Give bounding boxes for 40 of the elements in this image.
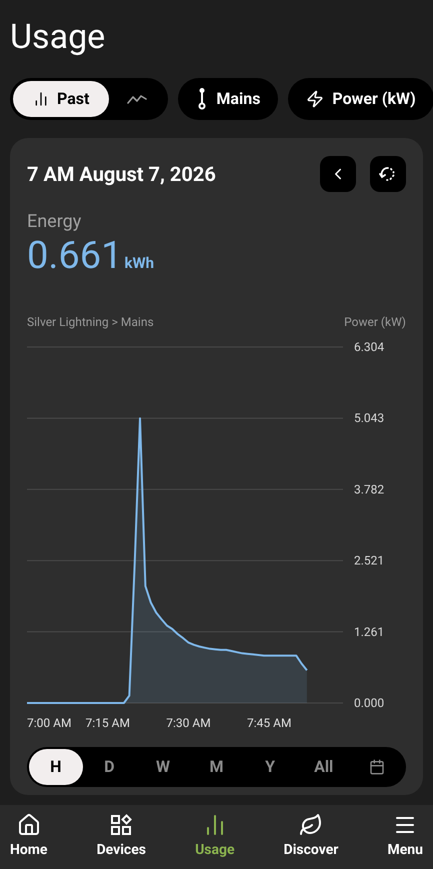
axis-tick-label: 7:00 AM xyxy=(27,716,72,730)
nav-item[interactable]: Discover xyxy=(280,813,342,861)
range-tab[interactable]: M xyxy=(190,749,244,785)
nav-item[interactable]: Menu xyxy=(383,813,427,861)
axis-tick-label: 0.000 xyxy=(354,696,384,710)
axis-tick-label: 7:15 AM xyxy=(86,716,130,730)
axis-tick-label: 3.782 xyxy=(354,482,384,496)
range-tab[interactable]: W xyxy=(136,749,190,785)
toggle-button[interactable]: Past xyxy=(13,81,110,117)
filter-chip[interactable]: Power (kW) xyxy=(288,78,433,120)
chart-title: Silver Lightning > Mains xyxy=(27,314,154,331)
metric-label: Energy xyxy=(27,210,82,234)
trend-line-icon xyxy=(127,93,148,105)
home-icon xyxy=(16,813,41,837)
axis-tick-label: 2.521 xyxy=(354,554,384,568)
axis-label: Power (kW) xyxy=(344,314,406,331)
range-tab[interactable]: All xyxy=(296,749,350,785)
range-tab[interactable]: H xyxy=(29,749,83,785)
axis-tick-label: 5.043 xyxy=(354,411,384,426)
metric-unit: kWh xyxy=(124,253,154,274)
nav-item[interactable]: Home xyxy=(6,813,52,861)
lightning-icon xyxy=(306,90,324,108)
range-tab[interactable]: Y xyxy=(243,749,297,785)
filter-chip[interactable]: Mains xyxy=(178,78,278,120)
page-title: Usage xyxy=(9,16,106,59)
nav-item[interactable]: Usage xyxy=(191,813,239,861)
leaf-icon xyxy=(299,813,324,837)
plug-icon xyxy=(196,88,208,110)
nav-item[interactable]: Devices xyxy=(92,813,150,861)
axis-tick-label: 7:30 AM xyxy=(166,716,211,730)
axis-tick-label: 6.304 xyxy=(354,341,384,354)
calendar-icon xyxy=(369,759,386,775)
bar-chart-icon xyxy=(33,91,49,107)
axis-tick-label: 7:45 AM xyxy=(247,716,292,730)
grid-icon xyxy=(109,813,134,837)
axis-tick-label: 1.261 xyxy=(354,624,384,639)
metric-value: 0.661 xyxy=(27,237,122,275)
range-tab[interactable]: D xyxy=(82,749,136,785)
date-heading: 7 AM August 7, 2026 xyxy=(27,161,216,188)
refresh-button[interactable] xyxy=(370,156,406,192)
